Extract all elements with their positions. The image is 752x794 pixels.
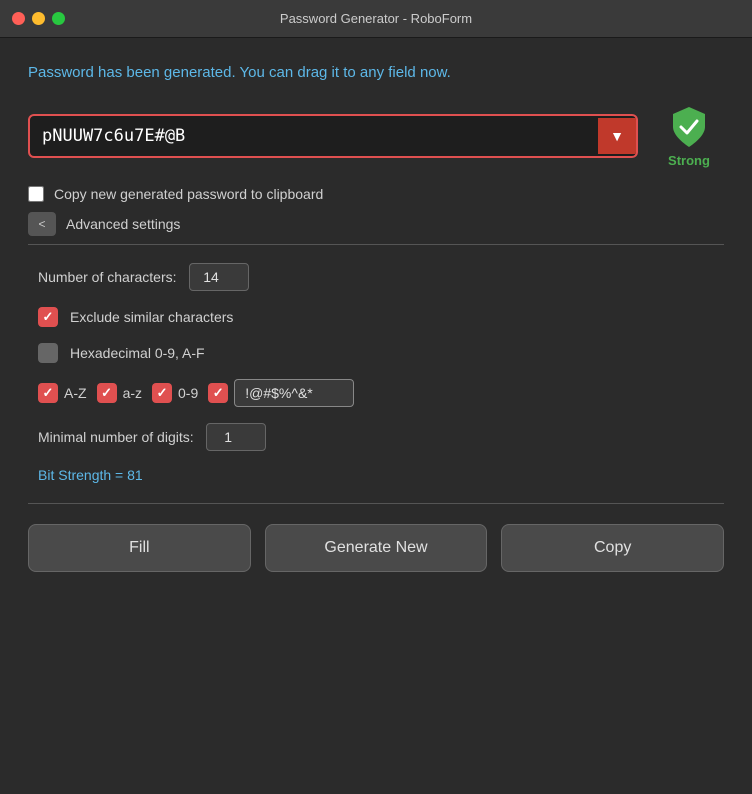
advanced-section: Number of characters: ✓ Exclude similar … [28,253,724,483]
main-content: Password has been generated. You can dra… [0,38,752,592]
special-chars-input[interactable] [234,379,354,407]
copy-clipboard-row: Copy new generated password to clipboard [28,186,724,202]
special-checkmark-icon: ✓ [213,385,224,401]
lz-checkbox[interactable]: ✓ [97,383,117,403]
hex-row: Hexadecimal 0-9, A-F [28,343,724,363]
az-checkbox[interactable]: ✓ [38,383,58,403]
num-chars-row: Number of characters: [28,263,724,291]
strength-badge: Strong [654,105,724,168]
digits-checkbox[interactable]: ✓ [152,383,172,403]
digits-option: ✓ 0-9 [152,383,198,403]
az-option: ✓ A-Z [38,383,87,403]
exclude-similar-checkbox[interactable]: ✓ [38,307,58,327]
exclude-similar-label: Exclude similar characters [70,309,233,325]
az-checkmark-icon: ✓ [43,385,54,401]
password-row: ▼ Strong [28,105,724,168]
title-bar: Password Generator - RoboForm [0,0,752,38]
char-options-group: ✓ A-Z ✓ a-z ✓ 0-9 ✓ [28,379,724,407]
maximize-button[interactable] [52,12,65,25]
digits-label: 0-9 [178,385,198,401]
digits-checkmark-icon: ✓ [157,385,168,401]
min-digits-input[interactable] [206,423,266,451]
fill-button[interactable]: Fill [28,524,251,572]
min-digits-label: Minimal number of digits: [38,429,194,445]
special-option: ✓ [208,379,354,407]
advanced-row: < Advanced settings [28,212,724,236]
window-title: Password Generator - RoboForm [280,11,472,26]
advanced-label: Advanced settings [66,216,180,232]
lz-checkmark-icon: ✓ [101,385,112,401]
copy-clipboard-checkbox[interactable] [28,186,44,202]
bit-strength: Bit Strength = 81 [28,467,724,483]
strength-label: Strong [668,153,710,168]
divider-bottom [28,503,724,504]
copy-button[interactable]: Copy [501,524,724,572]
hex-checkbox[interactable] [38,343,58,363]
exclude-similar-row: ✓ Exclude similar characters [28,307,724,327]
divider-top [28,244,724,245]
generate-new-button[interactable]: Generate New [265,524,488,572]
advanced-toggle-button[interactable]: < [28,212,56,236]
lz-label: a-z [123,385,142,401]
password-dropdown-button[interactable]: ▼ [598,118,636,154]
checkmark-icon: ✓ [43,309,54,325]
hex-label: Hexadecimal 0-9, A-F [70,345,205,361]
az-label: A-Z [64,385,87,401]
password-input-wrapper: ▼ [28,114,638,158]
num-chars-input[interactable] [189,263,249,291]
min-digits-row: Minimal number of digits: [28,423,724,451]
info-message: Password has been generated. You can dra… [28,62,724,85]
minimize-button[interactable] [32,12,45,25]
button-row: Fill Generate New Copy [28,524,724,572]
password-input[interactable] [30,116,598,156]
special-checkbox[interactable]: ✓ [208,383,228,403]
num-chars-label: Number of characters: [38,269,177,285]
close-button[interactable] [12,12,25,25]
window-controls [12,12,65,25]
lz-option: ✓ a-z [97,383,142,403]
shield-icon [667,105,711,149]
copy-clipboard-label: Copy new generated password to clipboard [54,186,323,202]
